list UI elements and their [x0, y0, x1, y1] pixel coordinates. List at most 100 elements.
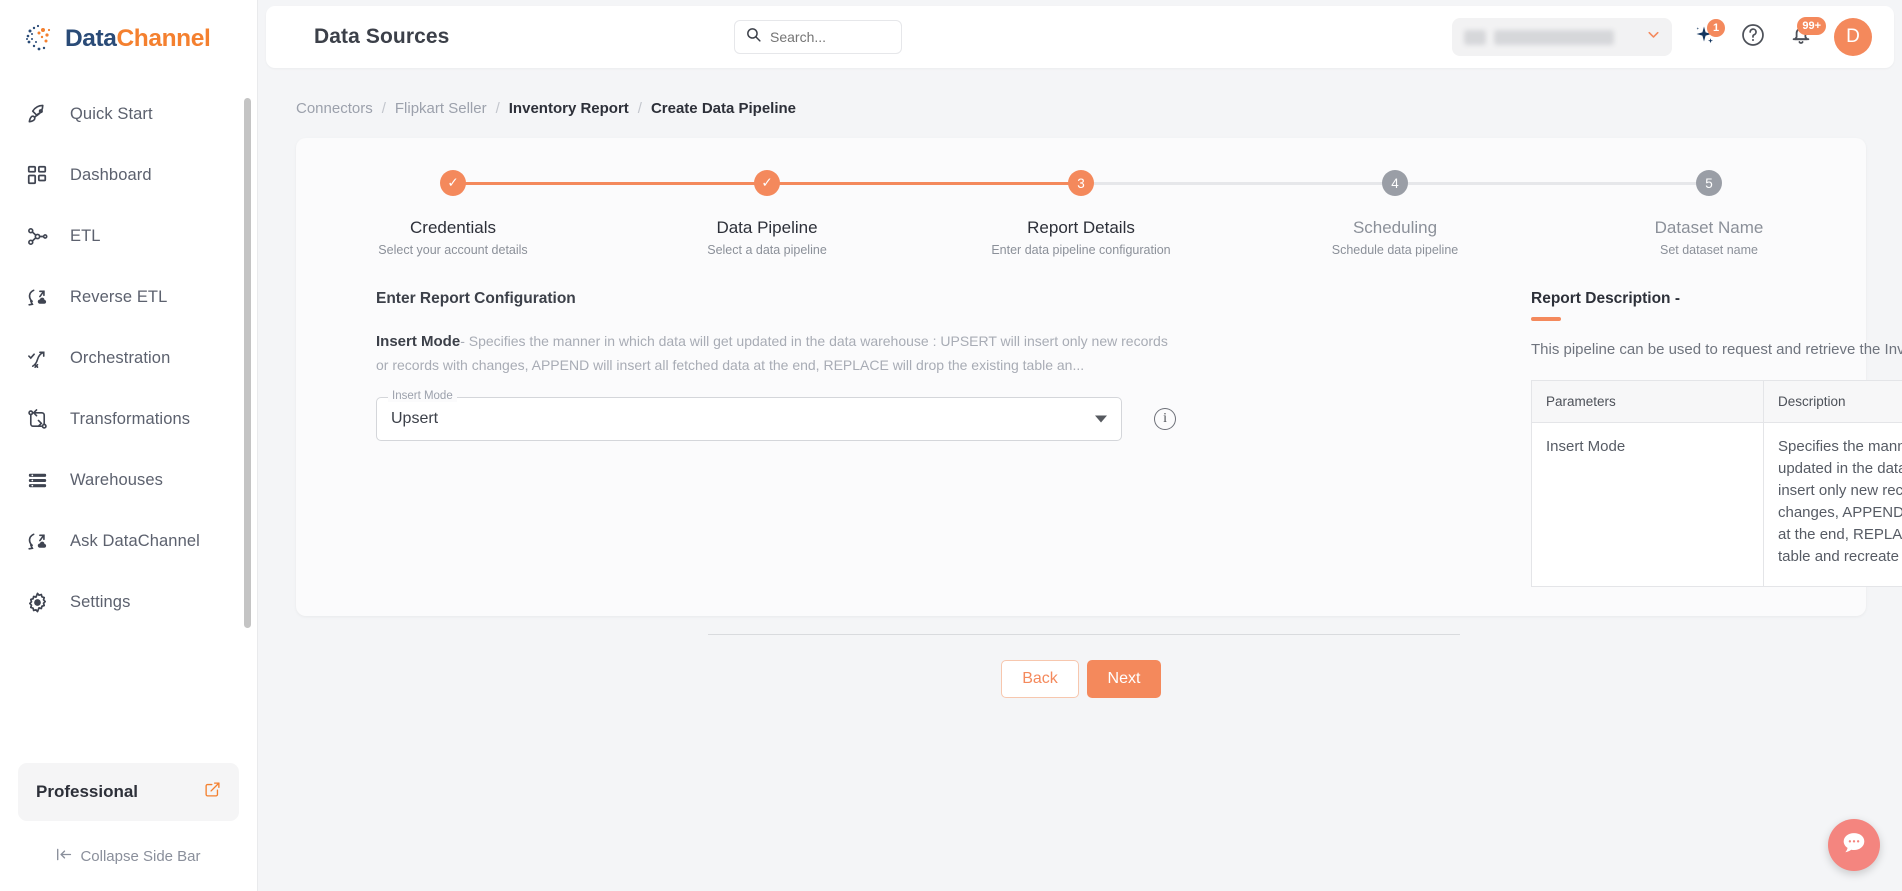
insert-mode-label: Insert Mode — [376, 333, 461, 350]
page-title: Data Sources — [314, 25, 450, 48]
step-title: Credentials — [410, 218, 496, 237]
heading-underline — [1531, 317, 1561, 321]
step-subtitle: Enter data pipeline configuration — [991, 243, 1171, 257]
ai-badge: 1 — [1707, 19, 1725, 37]
collapse-arrow-icon — [56, 847, 73, 866]
step-bubble-1: ✓ — [440, 170, 466, 196]
sidebar-item-settings[interactable]: Settings — [0, 580, 257, 624]
reverse-etl-icon — [24, 284, 50, 310]
step-subtitle: Select a data pipeline — [707, 243, 827, 257]
step-bubble-4: 4 — [1382, 170, 1408, 196]
ask-datachannel-icon — [24, 528, 50, 554]
sidebar-item-warehouses[interactable]: Warehouses — [0, 458, 257, 502]
breadcrumb-item-inventory-report[interactable]: Inventory Report — [509, 100, 629, 117]
breadcrumb-item-connectors[interactable]: Connectors — [296, 100, 373, 117]
sidebar-item-etl[interactable]: ETL — [0, 214, 257, 258]
step-credentials[interactable]: ✓ Credentials Select your account detail… — [296, 170, 767, 266]
chevron-down-icon[interactable] — [1095, 415, 1108, 423]
insert-mode-description-text: - Specifies the manner in which data wil… — [376, 333, 1168, 374]
breadcrumb-item-flipkart-seller[interactable]: Flipkart Seller — [395, 100, 487, 117]
report-description-section: Report Description - This pipeline can b… — [1531, 290, 1902, 588]
app-logo[interactable]: DataChannel — [0, 0, 257, 78]
insert-mode-select[interactable]: Insert Mode Upsert — [376, 389, 1123, 441]
sidebar-item-dashboard[interactable]: Dashboard — [0, 153, 257, 197]
external-link-icon[interactable] — [204, 781, 221, 803]
breadcrumb-separator: / — [637, 100, 642, 117]
step-subtitle: Set dataset name — [1660, 243, 1758, 257]
report-description-body: This pipeline can be used to request and… — [1531, 341, 1902, 358]
sidebar-item-orchestration[interactable]: Orchestration — [0, 336, 257, 380]
top-bar: Data Sources Search... 1 99+ D — [266, 6, 1894, 68]
app-root: DataChannel Quick Start Dashboard ETL Re… — [0, 0, 1902, 891]
top-bar-actions: 1 99+ D — [1452, 6, 1872, 68]
table-row: Insert Mode Specifies the manner in whic… — [1531, 422, 1902, 587]
wizard-stepper: ✓ Credentials Select your account detail… — [296, 170, 1866, 266]
search-input[interactable] — [770, 29, 888, 45]
search-box[interactable] — [734, 20, 902, 54]
step-connector — [767, 182, 1081, 185]
avatar[interactable]: D — [1834, 18, 1872, 56]
sidebar-item-label: Warehouses — [70, 470, 164, 489]
step-bubble-3: 3 — [1068, 170, 1094, 196]
sidebar-item-ask-datachannel[interactable]: Ask DataChannel — [0, 519, 257, 563]
sidebar-item-quick-start[interactable]: Quick Start — [0, 92, 257, 136]
warehouse-icon — [24, 467, 50, 493]
breadcrumb-item-create-data-pipeline: Create Data Pipeline — [650, 100, 797, 117]
chevron-down-icon[interactable] — [1645, 26, 1662, 48]
breadcrumb-separator: / — [495, 100, 500, 117]
column-header-parameters: Parameters — [1531, 380, 1764, 423]
cell-parameter: Insert Mode — [1531, 422, 1764, 587]
help-button[interactable] — [1738, 22, 1768, 52]
insert-mode-select-label: Insert Mode — [388, 389, 457, 402]
insert-mode-row: Insert Mode Upsert i — [376, 389, 1176, 441]
plan-card[interactable]: Professional — [18, 763, 239, 821]
etl-icon — [24, 223, 50, 249]
sidebar-item-label: Ask DataChannel — [70, 531, 200, 550]
cell-description: Specifies the manner in which data will … — [1778, 438, 1902, 566]
step-connector — [1395, 182, 1709, 185]
datachannel-globe-icon — [22, 22, 56, 56]
step-title: Scheduling — [1352, 218, 1438, 237]
chat-widget-button[interactable] — [1828, 819, 1880, 871]
logo-text-data: Data — [65, 25, 117, 52]
logo-wordmark: DataChannel — [65, 25, 211, 53]
notifications-button[interactable]: 99+ — [1786, 17, 1826, 52]
collapse-sidebar-button[interactable]: Collapse Side Bar — [0, 833, 257, 879]
parameters-table-body: Insert Mode Specifies the manner in whic… — [1531, 422, 1902, 587]
step-bubble-5: 5 — [1696, 170, 1722, 196]
collapse-sidebar-label: Collapse Side Bar — [80, 847, 201, 865]
workspace-selector[interactable] — [1452, 18, 1672, 56]
grid-icon — [24, 162, 50, 188]
sidebar: DataChannel Quick Start Dashboard ETL Re… — [0, 0, 258, 891]
plan-label: Professional — [36, 782, 139, 801]
back-button[interactable]: Back — [1001, 660, 1079, 698]
search-icon — [745, 26, 762, 48]
report-configuration-section: Enter Report Configuration Insert Mode- … — [376, 290, 1176, 441]
next-button[interactable]: Next — [1087, 660, 1161, 698]
chat-bubble-icon — [1839, 828, 1869, 863]
info-icon[interactable]: i — [1154, 407, 1176, 430]
sidebar-nav: Quick Start Dashboard ETL Reverse ETL Or… — [0, 78, 257, 763]
sidebar-item-label: Settings — [70, 592, 131, 611]
gear-icon — [24, 589, 50, 615]
parameters-table-head: Parameters Description — [1531, 380, 1902, 423]
notifications-badge: 99+ — [1797, 17, 1826, 35]
ai-assistant-button[interactable]: 1 — [1690, 19, 1725, 52]
step-subtitle: Schedule data pipeline — [1331, 243, 1459, 257]
sidebar-scrollbar-thumb[interactable] — [244, 98, 251, 628]
sidebar-item-label: Orchestration — [70, 348, 171, 367]
sidebar-item-reverse-etl[interactable]: Reverse ETL — [0, 275, 257, 319]
wizard-actions: Back Next — [296, 660, 1866, 698]
report-description-heading: Report Description - — [1531, 290, 1680, 307]
sidebar-item-transformations[interactable]: Transformations — [0, 397, 257, 441]
config-heading: Enter Report Configuration — [376, 290, 576, 307]
step-connector — [453, 182, 767, 185]
step-title: Data Pipeline — [716, 218, 818, 237]
workspace-name — [1494, 29, 1614, 45]
step-title: Report Details — [1027, 218, 1135, 237]
sidebar-item-label: Dashboard — [70, 165, 152, 184]
logo-text-channel: Channel — [116, 25, 211, 52]
breadcrumb: Connectors / Flipkart Seller / Inventory… — [296, 100, 796, 117]
step-connector — [1081, 182, 1395, 185]
workspace-avatar — [1464, 29, 1486, 45]
